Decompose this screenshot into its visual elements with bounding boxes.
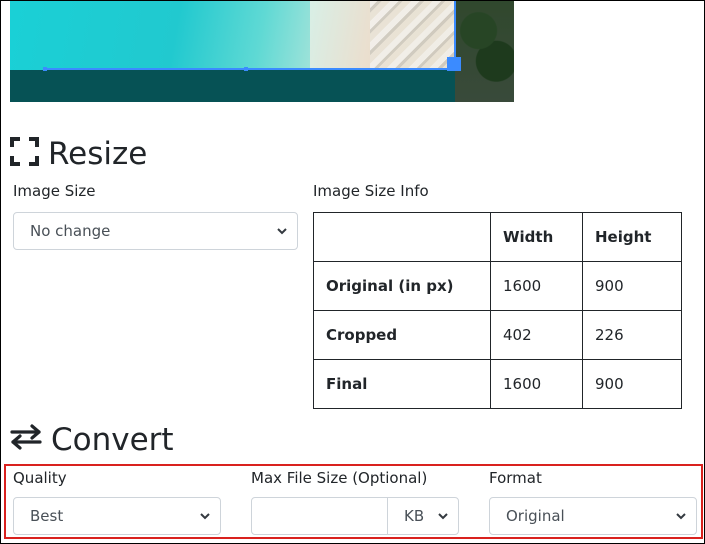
fullscreen-corners-icon (10, 137, 39, 172)
preview-sea (10, 0, 340, 70)
table-row: Cropped 402 226 (313, 310, 682, 360)
table-header-cell: Height (582, 212, 682, 262)
image-size-info-table: Width Height Original (in px) 1600 900 C… (313, 212, 682, 409)
chevron-down-icon (676, 513, 686, 520)
swap-arrows-icon (10, 424, 42, 456)
table-cell: 900 (582, 261, 682, 311)
resize-title: Resize (48, 136, 148, 172)
table-row-label: Final (313, 359, 491, 409)
table-cell: 900 (582, 359, 682, 409)
image-size-label: Image Size (13, 182, 96, 200)
crop-edge-handle[interactable] (43, 67, 47, 71)
convert-title: Convert (51, 421, 174, 458)
resize-heading: Resize (10, 137, 147, 172)
image-size-info-label: Image Size Info (313, 182, 429, 200)
table-row: Original (in px) 1600 900 (313, 261, 682, 311)
crop-mask-right (456, 0, 514, 70)
crop-edge-handle[interactable] (244, 67, 248, 71)
table-cell: 1600 (490, 261, 583, 311)
max-file-size-label: Max File Size (Optional) (251, 469, 428, 487)
quality-label: Quality (13, 469, 67, 487)
quality-select[interactable]: Best (13, 497, 221, 535)
table-cell: 226 (582, 310, 682, 360)
table-cell: 402 (490, 310, 583, 360)
max-file-size-input[interactable] (251, 497, 388, 535)
table-cell: 1600 (490, 359, 583, 409)
crop-mask-bottom (10, 70, 514, 102)
file-size-unit-select[interactable]: KB (387, 497, 459, 535)
chevron-down-icon (438, 513, 448, 520)
convert-heading: Convert (10, 424, 174, 456)
file-size-unit-value: KB (404, 507, 425, 525)
chevron-down-icon (200, 513, 210, 520)
format-label: Format (489, 469, 542, 487)
chevron-down-icon (277, 228, 287, 235)
crop-corner-handle[interactable] (447, 57, 461, 71)
table-row: Final 1600 900 (313, 359, 682, 409)
table-header-cell: Width (490, 212, 583, 262)
table-row-label: Cropped (313, 310, 491, 360)
format-select[interactable]: Original (489, 497, 697, 535)
table-header-row: Width Height (313, 212, 682, 262)
quality-value: Best (30, 507, 64, 525)
table-row-label: Original (in px) (313, 261, 491, 311)
crop-preview-image[interactable] (10, 0, 514, 102)
table-header-cell (313, 212, 491, 262)
image-size-select[interactable]: No change (13, 212, 298, 250)
crop-box-bottom-edge[interactable] (44, 68, 454, 70)
format-value: Original (506, 507, 565, 525)
image-size-value: No change (30, 222, 111, 240)
